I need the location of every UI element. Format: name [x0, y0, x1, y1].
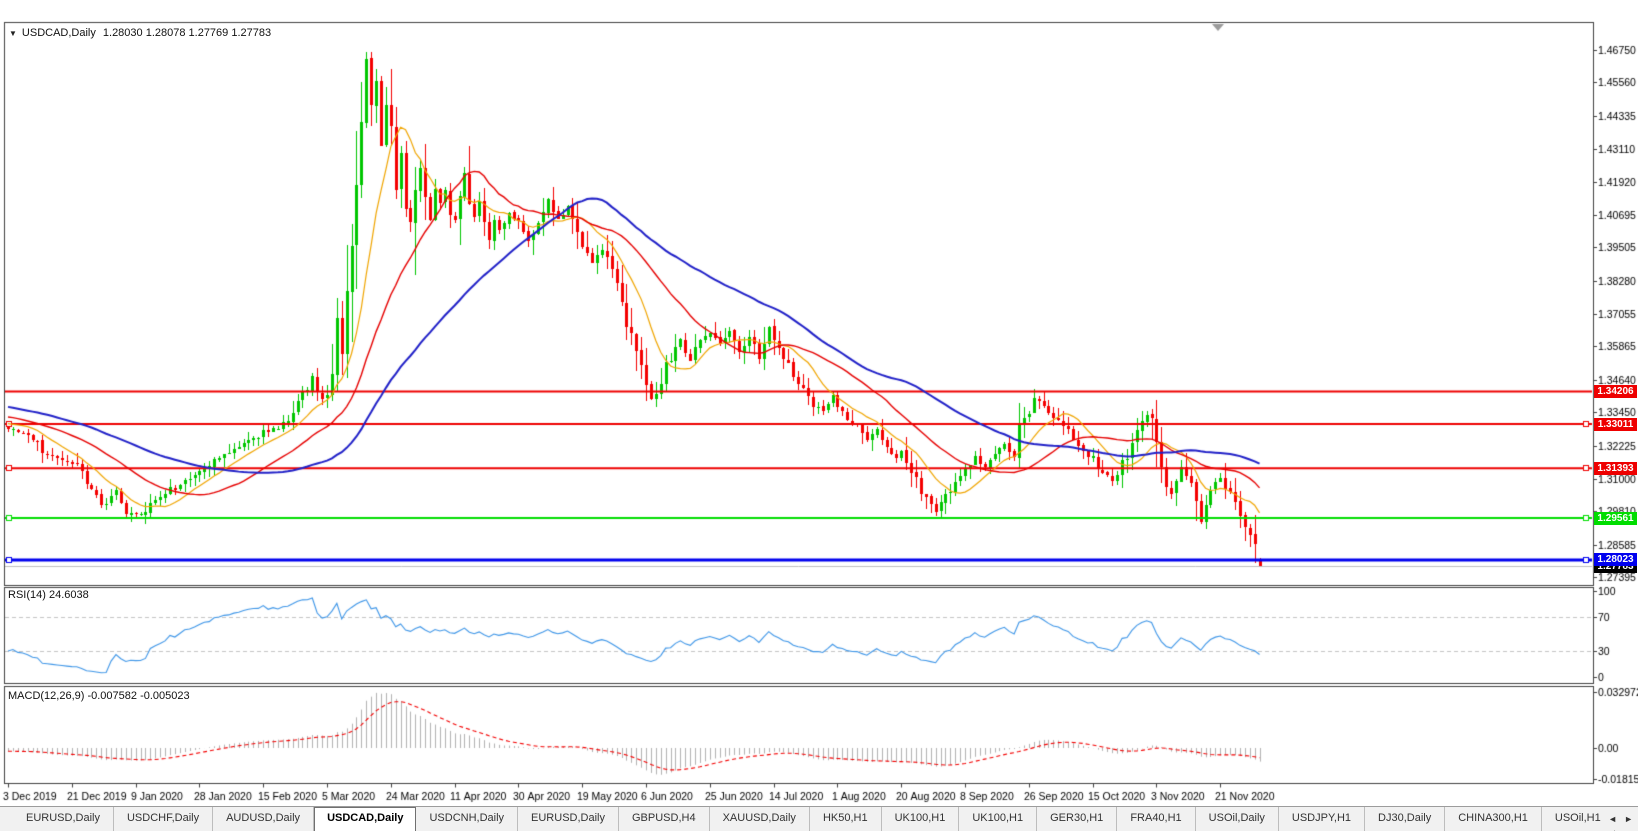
symbol-tab-uk100-h1[interactable]: UK100,H1 — [959, 807, 1037, 831]
tab-scroll-controls: ◄ ► — [1603, 807, 1638, 830]
symbol-tab-usdcad-daily[interactable]: USDCAD,Daily — [314, 807, 416, 831]
symbol-tab-bar: EURUSD,DailyUSDCHF,DailyAUDUSD,DailyUSDC… — [0, 806, 1638, 831]
symbol-tab-audusd-daily[interactable]: AUDUSD,Daily — [213, 807, 314, 831]
symbol-tab-xauusd-daily[interactable]: XAUUSD,Daily — [710, 807, 810, 831]
symbol-tab-fra40-h1[interactable]: FRA40,H1 — [1117, 807, 1195, 831]
symbol-tab-usdchf-daily[interactable]: USDCHF,Daily — [114, 807, 213, 831]
collapse-arrow-icon[interactable]: ▼ — [9, 29, 17, 38]
tab-scroll-left-icon[interactable]: ◄ — [1608, 814, 1617, 824]
price-level-badge: 1.31393 — [1594, 462, 1637, 475]
symbol-tab-gbpusd-h4[interactable]: GBPUSD,H4 — [619, 807, 710, 831]
macd-indicator-label: MACD(12,26,9) -0.007582 -0.005023 — [8, 690, 190, 702]
price-level-badge: 1.34206 — [1594, 385, 1637, 398]
tab-scroll-right-icon[interactable]: ► — [1624, 814, 1633, 824]
price-level-badge: 1.33011 — [1594, 418, 1637, 431]
symbol-tab-hk50-h1[interactable]: HK50,H1 — [810, 807, 882, 831]
symbol-tab-china300-h1[interactable]: CHINA300,H1 — [1445, 807, 1542, 831]
symbol-tab-ger30-h1[interactable]: GER30,H1 — [1037, 807, 1117, 831]
mt4-chart-window: ▼ M1M5M15M30H1H4D1W1MN ▼USDCAD,Daily1.28… — [0, 0, 1638, 831]
symbol-tab-usdjpy-h1[interactable]: USDJPY,H1 — [1279, 807, 1365, 831]
price-level-badge: 1.29561 — [1594, 512, 1637, 525]
symbol-tab-usoil-daily[interactable]: USOil,Daily — [1196, 807, 1279, 831]
chart-symbol-label: USDCAD,Daily — [22, 27, 96, 39]
rsi-indicator-label: RSI(14) 24.6038 — [8, 589, 89, 601]
price-chart-canvas[interactable] — [0, 0, 1638, 831]
symbol-tab-dj30-daily[interactable]: DJ30,Daily — [1365, 807, 1445, 831]
chart-ohlc-values: 1.28030 1.28078 1.27769 1.27783 — [103, 27, 271, 39]
symbol-tab-eurusd-daily[interactable]: EURUSD,Daily — [13, 807, 114, 831]
symbol-tab-eurusd-daily[interactable]: EURUSD,Daily — [518, 807, 619, 831]
price-level-badge: 1.28023 — [1594, 553, 1637, 566]
symbol-tab-usdcnh-daily[interactable]: USDCNH,Daily — [416, 807, 518, 831]
symbol-tab-uk100-h1[interactable]: UK100,H1 — [882, 807, 960, 831]
chart-title: ▼ USDCAD,Daily 1.28030 1.28078 1.27769 1.2… — [9, 27, 271, 39]
